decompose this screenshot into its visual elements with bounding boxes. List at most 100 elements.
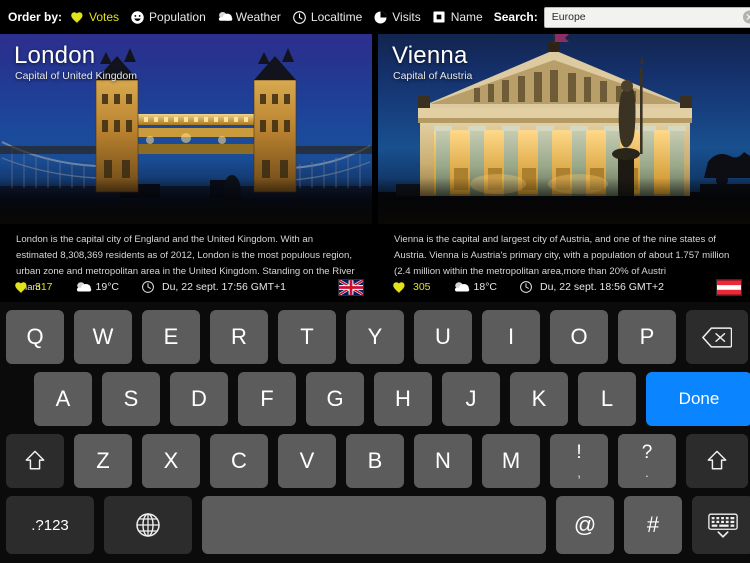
vienna-description: Vienna is the capital and largest city o… [394, 234, 730, 278]
top-toolbar: Order by: Votes Population Weather Local… [0, 0, 750, 34]
search-input-value: Europe [551, 11, 586, 23]
city-card-london[interactable]: London Capital of United Kingdom London … [0, 34, 372, 302]
key-v[interactable]: V [278, 434, 336, 488]
order-by-population-label: Population [149, 10, 206, 24]
cloud-icon [75, 280, 91, 295]
key-w[interactable]: W [74, 310, 132, 364]
vienna-votes[interactable]: 305 [392, 280, 431, 295]
london-votes-value: 317 [35, 281, 53, 293]
key-a[interactable]: A [34, 372, 92, 426]
clock-icon [292, 10, 307, 25]
flag-united-kingdom [338, 278, 364, 296]
square-box-icon [432, 10, 447, 25]
order-by-visits-label: Visits [392, 10, 421, 24]
vienna-votes-value: 305 [413, 281, 431, 293]
key-done[interactable]: Done [646, 372, 750, 426]
key-hash[interactable]: # [624, 496, 682, 554]
key-p[interactable]: P [618, 310, 676, 364]
key-k[interactable]: K [510, 372, 568, 426]
key-g[interactable]: G [306, 372, 364, 426]
order-by-votes[interactable]: Votes [70, 10, 119, 25]
order-by-population[interactable]: Population [130, 10, 206, 25]
order-by-name[interactable]: Name [432, 10, 483, 25]
key-j[interactable]: J [442, 372, 500, 426]
key-r[interactable]: R [210, 310, 268, 364]
vienna-subtitle: Capital of Austria [393, 70, 473, 82]
london-description: London is the capital city of England an… [16, 234, 355, 294]
key-t[interactable]: T [278, 310, 336, 364]
cloud-icon [453, 280, 469, 295]
smiley-icon [130, 10, 145, 25]
order-by-weather[interactable]: Weather [217, 10, 281, 25]
key-at[interactable]: @ [556, 496, 614, 554]
key-numeric-toggle[interactable]: .?123 [6, 496, 94, 554]
heart-icon [70, 10, 85, 25]
key-o[interactable]: O [550, 310, 608, 364]
clock-icon [141, 280, 156, 295]
clock-icon [519, 280, 534, 295]
key-y[interactable]: Y [346, 310, 404, 364]
flag-austria [717, 279, 741, 295]
key-hide-keyboard[interactable] [692, 496, 750, 554]
key-c[interactable]: C [210, 434, 268, 488]
key-n[interactable]: N [414, 434, 472, 488]
london-title: London [14, 42, 96, 69]
key-s[interactable]: S [102, 372, 160, 426]
search-label: Search: [493, 10, 538, 24]
vienna-localtime: Du, 22 sept. 18:56 GMT+2 [519, 280, 664, 295]
london-stats: 317 19°C Du, 22 sept. 17:56 GMT+1 [0, 272, 372, 302]
key-h[interactable]: H [374, 372, 432, 426]
vienna-stats: 305 18°C Du, 22 sept. 18:56 GMT+2 [378, 272, 750, 302]
london-localtime: Du, 22 sept. 17:56 GMT+1 [141, 280, 286, 295]
key-z[interactable]: Z [74, 434, 132, 488]
vienna-weather: 18°C [453, 280, 497, 295]
key-u[interactable]: U [414, 310, 472, 364]
vienna-title: Vienna [392, 42, 468, 69]
vienna-localtime-value: Du, 22 sept. 18:56 GMT+2 [540, 281, 665, 293]
search-area: Search: Europe [493, 6, 750, 28]
on-screen-keyboard: Q W E R T Y U I O P A S D F G H J K L Do… [0, 302, 750, 563]
key-exclam-comma[interactable]: ! , [550, 434, 608, 488]
key-b[interactable]: B [346, 434, 404, 488]
order-by-localtime[interactable]: Localtime [292, 10, 362, 25]
key-f[interactable]: F [238, 372, 296, 426]
key-question-label: ? [641, 442, 653, 463]
key-q[interactable]: Q [6, 310, 64, 364]
london-temperature: 19°C [95, 281, 119, 293]
key-exclam-label: ! [576, 442, 582, 463]
order-by-votes-label: Votes [89, 10, 120, 24]
key-question-period[interactable]: ? . [618, 434, 676, 488]
order-by-label: Order by: [8, 10, 63, 24]
key-e[interactable]: E [142, 310, 200, 364]
order-by-localtime-label: Localtime [310, 10, 363, 24]
key-globe[interactable] [104, 496, 192, 554]
key-x[interactable]: X [142, 434, 200, 488]
key-d[interactable]: D [170, 372, 228, 426]
order-by-visits[interactable]: Visits [373, 10, 421, 25]
globe-icon [135, 512, 161, 538]
london-weather: 19°C [75, 280, 119, 295]
backspace-icon [702, 326, 732, 348]
city-card-vienna[interactable]: Vienna Capital of Austria Vienna is the … [378, 34, 750, 302]
key-m[interactable]: M [482, 434, 540, 488]
key-shift-left[interactable] [6, 434, 64, 488]
pie-chart-icon [373, 10, 388, 25]
city-card-list: London Capital of United Kingdom London … [0, 34, 750, 302]
key-backspace[interactable] [686, 310, 748, 364]
key-i[interactable]: I [482, 310, 540, 364]
order-by-weather-label: Weather [235, 10, 281, 24]
clear-circle-icon[interactable] [742, 10, 750, 24]
search-input[interactable]: Europe [543, 6, 750, 28]
key-shift-right[interactable] [686, 434, 748, 488]
london-subtitle: Capital of United Kingdom [15, 70, 137, 82]
heart-icon [14, 280, 29, 295]
shift-icon [706, 449, 728, 473]
vienna-temperature: 18°C [473, 281, 497, 293]
heart-icon [392, 280, 407, 295]
london-localtime-value: Du, 22 sept. 17:56 GMT+1 [162, 281, 287, 293]
london-votes[interactable]: 317 [14, 280, 53, 295]
key-l[interactable]: L [578, 372, 636, 426]
key-space[interactable] [202, 496, 546, 554]
order-by-name-label: Name [450, 10, 483, 24]
cloud-icon [217, 10, 233, 25]
